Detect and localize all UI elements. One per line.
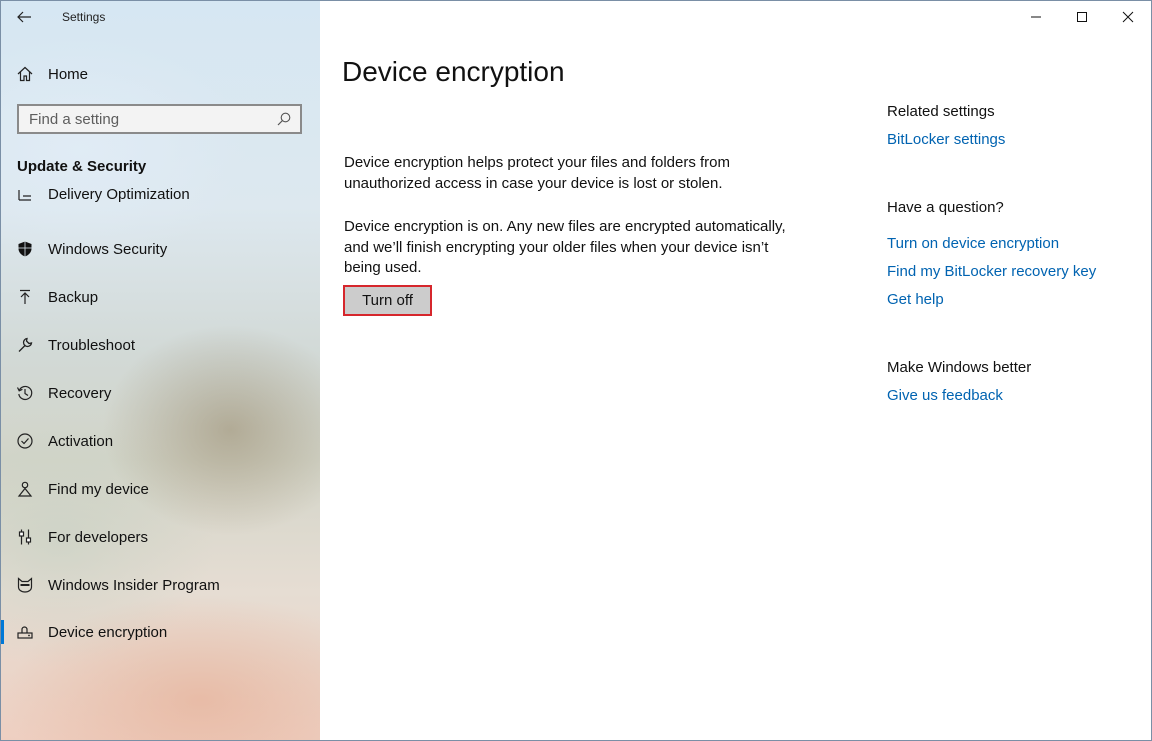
back-arrow-icon bbox=[17, 11, 31, 23]
sidebar-item-home[interactable]: Home bbox=[0, 54, 320, 94]
related-settings-heading: Related settings bbox=[887, 103, 995, 120]
title-bar: Settings bbox=[0, 0, 320, 34]
backup-arrow-icon bbox=[16, 288, 34, 306]
sidebar-item-label: Activation bbox=[48, 432, 114, 450]
description-text: Device encryption helps protect your fil… bbox=[344, 154, 731, 192]
turn-off-label: Turn off bbox=[362, 292, 413, 309]
sidebar-item-troubleshoot[interactable]: Troubleshoot bbox=[0, 325, 320, 365]
close-button[interactable] bbox=[1105, 0, 1151, 34]
turn-on-device-encryption-link[interactable]: Turn on device encryption bbox=[887, 235, 1059, 252]
sidebar-item-recovery[interactable]: Recovery bbox=[0, 373, 320, 413]
check-circle-icon bbox=[16, 432, 34, 450]
settings-window: Settings Home Update & Security Del bbox=[0, 0, 1152, 741]
sidebar-item-backup[interactable]: Backup bbox=[0, 277, 320, 317]
delivery-icon bbox=[16, 186, 34, 203]
shield-icon bbox=[16, 240, 34, 258]
page-title: Device encryption bbox=[342, 56, 565, 87]
maximize-icon bbox=[1077, 12, 1087, 22]
minimize-button[interactable] bbox=[1013, 0, 1059, 34]
bitlocker-settings-link[interactable]: BitLocker settings bbox=[887, 131, 1005, 148]
sidebar-item-label: Troubleshoot bbox=[48, 336, 135, 354]
sidebar-item-label: Find my device bbox=[48, 480, 149, 498]
person-pin-icon bbox=[16, 480, 34, 498]
app-title: Settings bbox=[62, 10, 106, 24]
drive-lock-icon bbox=[16, 623, 34, 641]
home-icon bbox=[16, 65, 34, 83]
sidebar-item-label: Windows Insider Program bbox=[48, 576, 220, 594]
sidebar-item-device-encryption[interactable]: Device encryption bbox=[0, 612, 320, 652]
ninjacat-icon bbox=[16, 576, 34, 594]
make-windows-better-heading: Make Windows better bbox=[887, 359, 1032, 376]
sidebar-item-activation[interactable]: Activation bbox=[0, 421, 320, 461]
find-bitlocker-recovery-key-link[interactable]: Find my BitLocker recovery key bbox=[887, 263, 1096, 280]
developer-sliders-icon bbox=[16, 528, 34, 546]
get-help-link[interactable]: Get help bbox=[887, 291, 944, 308]
sidebar-item-find-my-device[interactable]: Find my device bbox=[0, 469, 320, 509]
history-icon bbox=[16, 384, 34, 402]
sidebar-item-label: Home bbox=[48, 65, 89, 83]
encryption-status-text: Device encryption is on. Any new files a… bbox=[344, 218, 786, 276]
give-us-feedback-link[interactable]: Give us feedback bbox=[887, 387, 1003, 404]
section-title: Update & Security bbox=[17, 158, 147, 175]
sidebar-item-label: Backup bbox=[48, 288, 99, 306]
sidebar-item-label: Delivery Optimization bbox=[48, 186, 190, 203]
sidebar-item-label: Device encryption bbox=[48, 623, 168, 641]
search-icon[interactable] bbox=[276, 111, 292, 127]
sidebar: Settings Home Update & Security Del bbox=[0, 0, 320, 741]
back-button[interactable] bbox=[14, 8, 34, 26]
main-content: Device encryption Device encryption help… bbox=[320, 0, 1152, 741]
sidebar-item-label: For developers bbox=[48, 528, 149, 546]
maximize-button[interactable] bbox=[1059, 0, 1105, 34]
minimize-icon bbox=[1031, 16, 1041, 18]
search-box bbox=[17, 104, 302, 134]
close-icon bbox=[1122, 11, 1134, 23]
sidebar-item-delivery-optimization[interactable]: Delivery Optimization bbox=[0, 186, 320, 208]
sidebar-item-windows-insider-program[interactable]: Windows Insider Program bbox=[0, 565, 320, 605]
sidebar-item-for-developers[interactable]: For developers bbox=[0, 517, 320, 557]
turn-off-button[interactable]: Turn off bbox=[343, 285, 432, 316]
sidebar-item-label: Recovery bbox=[48, 384, 112, 402]
wrench-icon bbox=[16, 336, 34, 354]
have-a-question-heading: Have a question? bbox=[887, 199, 1004, 216]
sidebar-item-windows-security[interactable]: Windows Security bbox=[0, 229, 320, 269]
sidebar-item-label: Windows Security bbox=[48, 240, 168, 258]
search-input[interactable] bbox=[29, 110, 269, 128]
